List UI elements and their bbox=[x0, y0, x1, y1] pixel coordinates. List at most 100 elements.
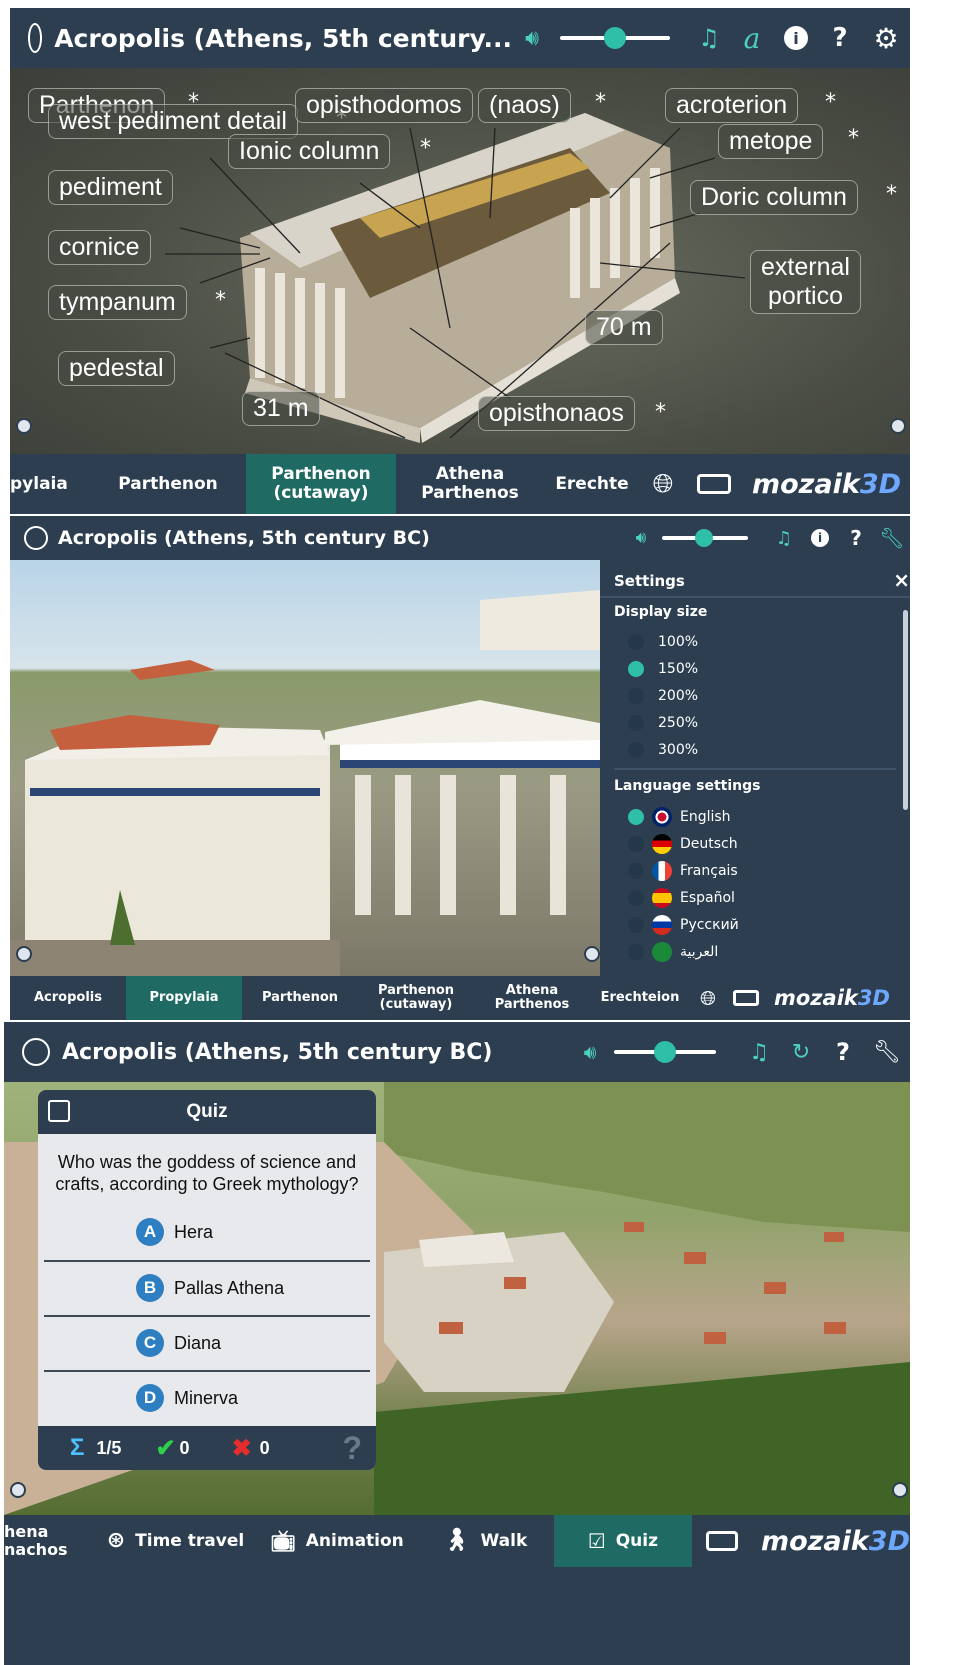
language-option[interactable]: Français bbox=[628, 861, 738, 881]
radio-button[interactable] bbox=[628, 634, 644, 650]
music-icon[interactable]: ♫ bbox=[688, 24, 730, 52]
radio-button[interactable] bbox=[628, 742, 644, 758]
language-option[interactable]: English bbox=[628, 807, 731, 827]
radio-button[interactable] bbox=[628, 863, 644, 879]
tab-animation[interactable]: 📺︎ Animation bbox=[258, 1515, 416, 1567]
3d-scene[interactable] bbox=[10, 560, 600, 976]
tab-athena-promachos[interactable]: hena nachos bbox=[4, 1515, 93, 1567]
tab-parthenon-cutaway[interactable]: Parthenon (cutaway) bbox=[358, 976, 474, 1020]
size-option[interactable]: 100% bbox=[628, 634, 698, 650]
volume-slider[interactable] bbox=[614, 1038, 716, 1066]
label-opisthodomos[interactable]: opisthodomos bbox=[295, 88, 473, 123]
corner-handle-right[interactable] bbox=[890, 418, 906, 434]
tab-propylaia[interactable]: Propylaia bbox=[126, 976, 242, 1020]
vr-headset-icon[interactable] bbox=[726, 976, 766, 1020]
power-icon[interactable] bbox=[22, 1038, 50, 1066]
label-cornice[interactable]: cornice bbox=[48, 230, 151, 265]
label-doric-column[interactable]: Doric column bbox=[690, 180, 858, 215]
tab-time-travel[interactable]: ⊛ Time travel bbox=[93, 1515, 259, 1567]
help-icon[interactable]: ? bbox=[838, 526, 874, 550]
gear-icon[interactable]: ⚙ bbox=[862, 22, 910, 55]
volume-slider[interactable] bbox=[662, 526, 748, 550]
radio-button[interactable] bbox=[628, 688, 644, 704]
corner-handle-left[interactable] bbox=[16, 946, 32, 962]
tab-parthenon[interactable]: Parthenon bbox=[242, 976, 358, 1020]
wrench-icon[interactable]: 🔧︎ bbox=[864, 1040, 910, 1065]
answer-option-c[interactable]: C Diana bbox=[44, 1315, 370, 1369]
star-icon[interactable]: * bbox=[595, 90, 606, 115]
star-icon[interactable]: * bbox=[886, 182, 897, 207]
star-icon[interactable]: * bbox=[420, 136, 431, 161]
vr-headset-icon[interactable] bbox=[686, 454, 742, 514]
radio-button[interactable] bbox=[628, 890, 644, 906]
size-option[interactable]: 150% bbox=[628, 661, 698, 677]
corner-handle-right[interactable] bbox=[892, 1482, 908, 1498]
radio-button[interactable] bbox=[628, 836, 644, 852]
radio-button[interactable] bbox=[628, 661, 644, 677]
speaker-icon[interactable]: 🔊︎ bbox=[512, 26, 552, 51]
label-pedestal[interactable]: pedestal bbox=[58, 351, 175, 386]
music-icon[interactable]: ♫ bbox=[766, 528, 802, 549]
radio-button[interactable] bbox=[628, 715, 644, 731]
quiz-help-icon[interactable]: ? bbox=[342, 1430, 362, 1467]
help-icon[interactable]: ? bbox=[822, 1038, 864, 1066]
tab-parthenon-cutaway[interactable]: Parthenon (cutaway) bbox=[246, 454, 396, 514]
globe-icon[interactable]: 🌐︎ bbox=[690, 976, 726, 1020]
tab-walk[interactable]: 🚶︎ Walk bbox=[416, 1515, 554, 1567]
vr-headset-icon[interactable] bbox=[692, 1515, 753, 1567]
label-tympanum[interactable]: tympanum bbox=[48, 285, 187, 320]
corner-handle-left[interactable] bbox=[10, 1482, 26, 1498]
size-option[interactable]: 200% bbox=[628, 688, 698, 704]
speaker-icon[interactable]: 🔊︎ bbox=[572, 1040, 608, 1064]
answer-option-b[interactable]: B Pallas Athena bbox=[44, 1260, 370, 1314]
star-icon[interactable]: * bbox=[655, 400, 666, 425]
corner-handle-left[interactable] bbox=[16, 418, 32, 434]
size-option[interactable]: 250% bbox=[628, 715, 698, 731]
language-option[interactable]: Español bbox=[628, 888, 735, 908]
power-icon[interactable] bbox=[24, 526, 48, 550]
tab-parthenon[interactable]: Parthenon bbox=[90, 454, 246, 514]
help-icon[interactable]: ? bbox=[818, 23, 862, 53]
language-option[interactable]: العربية bbox=[628, 942, 718, 962]
star-icon[interactable]: * bbox=[188, 90, 199, 115]
reset-icon[interactable]: ↻ bbox=[780, 1040, 822, 1065]
label-metope[interactable]: metope bbox=[718, 124, 824, 159]
tab-athena-parthenos[interactable]: Athena Parthenos bbox=[396, 454, 544, 514]
radio-button[interactable] bbox=[628, 917, 644, 933]
info-icon[interactable]: i bbox=[774, 26, 818, 50]
volume-slider[interactable] bbox=[560, 23, 670, 53]
close-icon[interactable]: × bbox=[893, 568, 910, 592]
label-ionic-column[interactable]: Ionic column bbox=[228, 134, 391, 169]
info-icon[interactable]: i bbox=[802, 529, 838, 547]
label-external-portico[interactable]: external portico bbox=[750, 250, 861, 314]
language-option[interactable]: Русский bbox=[628, 915, 739, 935]
3d-scene[interactable]: Parthenon west pediment detail * * opist… bbox=[10, 68, 910, 454]
tab-acropolis[interactable]: Acropolis bbox=[10, 976, 126, 1020]
wrench-icon[interactable]: 🔧︎ bbox=[874, 526, 910, 550]
music-icon[interactable]: ♫ bbox=[738, 1040, 780, 1065]
settings-scrollbar[interactable] bbox=[903, 610, 908, 810]
tab-propylaia[interactable]: pylaia bbox=[10, 454, 90, 514]
answer-option-d[interactable]: D Minerva bbox=[44, 1370, 370, 1424]
tab-athena-parthenos[interactable]: Athena Parthenos bbox=[474, 976, 590, 1020]
volume-knob[interactable] bbox=[695, 529, 713, 547]
globe-icon[interactable]: 🌐︎ bbox=[640, 454, 686, 514]
radio-button[interactable] bbox=[628, 809, 644, 825]
star-icon[interactable]: * bbox=[215, 288, 226, 313]
label-pediment[interactable]: pediment bbox=[48, 170, 173, 205]
label-acroterion[interactable]: acroterion bbox=[665, 88, 799, 123]
language-option[interactable]: Deutsch bbox=[628, 834, 738, 854]
tab-quiz[interactable]: ☑ Quiz bbox=[553, 1515, 692, 1567]
power-icon[interactable] bbox=[28, 23, 43, 53]
volume-knob[interactable] bbox=[604, 27, 626, 49]
label-naos[interactable]: (naos) bbox=[478, 88, 571, 123]
star-icon[interactable]: * bbox=[848, 126, 859, 151]
star-icon[interactable]: * bbox=[825, 90, 836, 115]
tab-erechteion[interactable]: Erechte bbox=[544, 454, 640, 514]
radio-button[interactable] bbox=[628, 944, 644, 960]
label-opisthonaos[interactable]: opisthonaos bbox=[478, 396, 635, 431]
volume-knob[interactable] bbox=[654, 1041, 676, 1063]
font-icon[interactable]: a bbox=[730, 22, 774, 55]
size-option[interactable]: 300% bbox=[628, 742, 698, 758]
corner-handle-right[interactable] bbox=[584, 946, 600, 962]
